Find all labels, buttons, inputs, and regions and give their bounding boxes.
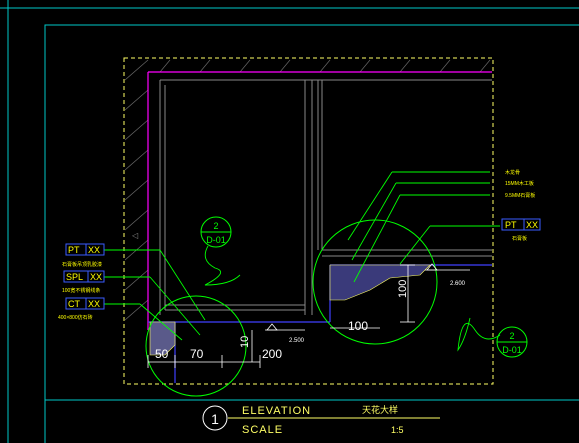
title-block: 1 ELEVATION 天花大样 SCALE 1:5 [202, 404, 440, 436]
title-elevation-label: ELEVATION [242, 405, 311, 417]
left-tag-0: PT XX 石膏板吊顶乳胶漆 [62, 243, 105, 268]
title-scale-value: 1:5 [391, 425, 404, 435]
section-ref-left-sheet: D-01 [206, 235, 226, 245]
dim-100-horizontal: 100 [348, 319, 368, 333]
left-tag-1-code: SPL [66, 272, 83, 282]
right-tag: PT XX 石膏板 [501, 218, 541, 242]
right-tag-sub: XX [526, 220, 538, 230]
dim-10: 10 [239, 336, 251, 348]
left-tag-0-sub: XX [88, 245, 100, 255]
left-tag-1-note: 100宽不锈钢线条 [62, 287, 100, 294]
left-tag-0-code: PT [68, 245, 80, 255]
dim-100-vertical: 100 [397, 280, 409, 298]
level-right: 2.600 [450, 281, 466, 287]
small-triangle-marker: ◁ [132, 231, 139, 240]
left-tag-2-code: CT [68, 299, 80, 309]
section-ref-left: 2 D-01 [200, 216, 232, 248]
cad-drawing-canvas: 2 D-01 2 D-01 PT XX 石膏板吊顶乳胶漆 SPL XX 100宽… [0, 0, 579, 443]
dim-200: 200 [262, 347, 282, 361]
left-tag-0-note: 石膏板吊顶乳胶漆 [62, 261, 102, 268]
wall-hatch-left [124, 59, 149, 321]
left-tag-2-note: 400×800仿石砖 [58, 314, 93, 321]
right-tag-note: 石膏板 [512, 235, 527, 242]
right-leader-label-0: 木龙骨 [505, 169, 520, 176]
right-leader-label-2: 9.5MM石膏板 [505, 192, 535, 199]
right-tag-code: PT [505, 220, 517, 230]
title-number: 1 [211, 411, 219, 427]
sheet-frame [0, 0, 579, 443]
left-tag-2-sub: XX [88, 299, 100, 309]
section-ref-right-num: 2 [509, 331, 514, 341]
left-tag-1-sub: XX [90, 272, 102, 282]
dim-70: 70 [190, 347, 204, 361]
left-tag-1: SPL XX 100宽不锈钢线条 [62, 270, 105, 294]
detail-viewport [123, 57, 494, 385]
dim-50: 50 [155, 347, 169, 361]
right-leader-label-1: 15MM木工板 [505, 180, 534, 187]
section-ref-right: 2 D-01 [496, 326, 528, 358]
title-scale-label: SCALE [242, 424, 283, 436]
title-elevation-value: 天花大样 [362, 404, 398, 415]
wall-hatch-top [159, 59, 491, 73]
left-tag-2: CT XX 400×800仿石砖 [58, 297, 105, 321]
section-ref-right-sheet: D-01 [502, 345, 522, 355]
level-left: 2.500 [289, 338, 305, 344]
wall-outline [147, 71, 492, 383]
section-ref-left-num: 2 [213, 221, 218, 231]
